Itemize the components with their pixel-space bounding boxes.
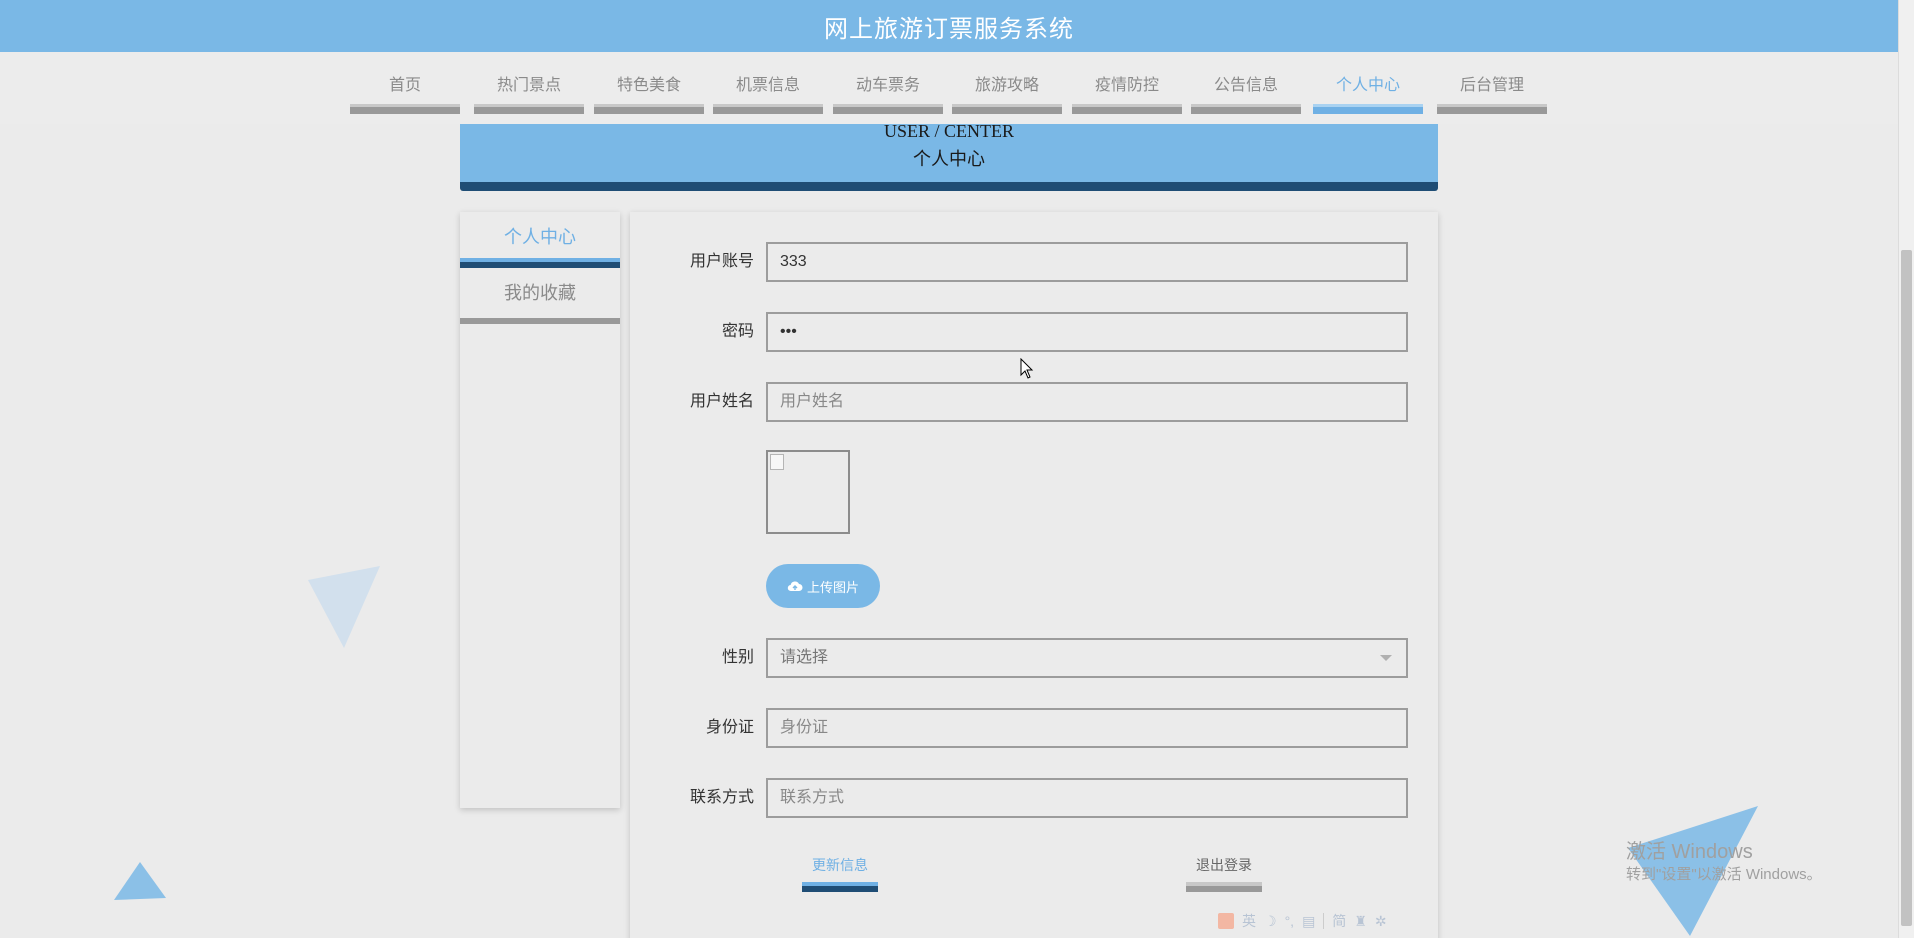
account-label: 用户账号 <box>689 253 754 270</box>
nav-label: 首页 <box>388 77 421 94</box>
ime-logo-icon[interactable] <box>1218 913 1234 929</box>
contact-input[interactable] <box>766 778 1408 818</box>
nav-underline <box>1437 104 1547 114</box>
account-input[interactable] <box>766 242 1408 282</box>
scrollbar-thumb[interactable] <box>1901 250 1912 926</box>
update-info-button[interactable]: 更新信息 <box>800 852 880 892</box>
update-button-underline <box>802 882 878 892</box>
app-header: 网上旅游订票服务系统 <box>0 0 1898 52</box>
logout-button[interactable]: 退出登录 <box>1184 852 1264 892</box>
id-card-label: 身份证 <box>705 719 754 736</box>
nav-label: 热门景点 <box>496 77 561 94</box>
nav-item-food[interactable]: 特色美食 <box>594 72 704 114</box>
nav-label: 旅游攻略 <box>974 77 1039 94</box>
nav-item-guides[interactable]: 旅游攻略 <box>952 72 1062 114</box>
banner-underline <box>460 182 1438 191</box>
divider <box>1323 913 1325 929</box>
contact-row: 联系方式 <box>630 778 1438 818</box>
broken-image-icon <box>770 454 784 470</box>
nav-label: 疫情防控 <box>1094 77 1159 94</box>
ime-toolbar: 英 ☽ °, ▤ 简 ♜ ✲ <box>1218 910 1387 932</box>
nav-underline <box>350 104 460 114</box>
nav-label: 特色美食 <box>616 77 681 94</box>
ime-language-toggle[interactable]: 英 <box>1242 911 1256 931</box>
scrollbar[interactable] <box>1898 0 1914 938</box>
sidebar-item-label: 个人中心 <box>504 227 576 247</box>
sidebar-item-underline <box>460 318 620 324</box>
sidebar: 个人中心 我的收藏 <box>460 212 620 808</box>
name-row: 用户姓名 <box>630 382 1438 422</box>
nav-label: 公告信息 <box>1213 77 1278 94</box>
nav-item-user-center[interactable]: 个人中心 <box>1313 72 1423 114</box>
decorative-triangle <box>114 862 166 900</box>
nav-underline <box>474 104 584 114</box>
account-row: 用户账号 <box>630 242 1438 282</box>
chevron-down-icon <box>1380 655 1392 661</box>
password-input[interactable] <box>766 312 1408 352</box>
nav-underline <box>952 104 1062 114</box>
sidebar-item-underline <box>460 258 620 268</box>
nav-label: 后台管理 <box>1459 77 1524 94</box>
profile-form: 用户账号 密码 用户姓名 上传图片 性别 请选择 身份证 联系方式 更新信息 <box>630 212 1438 938</box>
upload-button-label: 上传图片 <box>806 579 859 595</box>
nav-underline <box>594 104 704 114</box>
id-card-input[interactable] <box>766 708 1408 748</box>
decorative-triangle <box>308 566 380 648</box>
nav-label: 动车票务 <box>855 77 920 94</box>
gender-select-value: 请选择 <box>780 649 829 666</box>
nav-underline <box>1191 104 1301 114</box>
nav-underline <box>1072 104 1182 114</box>
sidebar-item-label: 我的收藏 <box>504 283 576 303</box>
ime-mode-toggle[interactable]: 简 <box>1332 911 1346 931</box>
punctuation-icon[interactable]: °, <box>1285 913 1295 929</box>
section-banner: USER / CENTER 个人中心 <box>460 124 1438 182</box>
main-nav: 首页 热门景点 特色美食 机票信息 动车票务 旅游攻略 疫情防控 公告信息 个人… <box>0 52 1898 124</box>
nav-label: 机票信息 <box>735 77 800 94</box>
windows-activation-watermark: 激活 Windows 转到"设置"以激活 Windows。 <box>1626 840 1822 886</box>
name-label: 用户姓名 <box>689 393 754 410</box>
nav-item-admin[interactable]: 后台管理 <box>1437 72 1547 114</box>
keyboard-icon[interactable]: ▤ <box>1302 913 1315 930</box>
gender-label: 性别 <box>721 649 754 666</box>
nav-underline <box>833 104 943 114</box>
contact-label: 联系方式 <box>689 789 754 806</box>
nav-underline <box>713 104 823 114</box>
gender-select[interactable]: 请选择 <box>766 638 1408 678</box>
nav-item-epidemic[interactable]: 疫情防控 <box>1072 72 1182 114</box>
banner-chinese-title: 个人中心 <box>913 149 985 169</box>
update-button-label: 更新信息 <box>812 857 868 873</box>
nav-item-home[interactable]: 首页 <box>350 72 460 114</box>
id-card-row: 身份证 <box>630 708 1438 748</box>
moon-icon[interactable]: ☽ <box>1264 913 1277 930</box>
nav-item-notices[interactable]: 公告信息 <box>1191 72 1301 114</box>
sidebar-item-user-center[interactable]: 个人中心 <box>460 212 620 268</box>
sidebar-item-favorites[interactable]: 我的收藏 <box>460 268 620 324</box>
name-input[interactable] <box>766 382 1408 422</box>
logout-button-underline <box>1186 882 1262 892</box>
upload-image-button[interactable]: 上传图片 <box>766 564 880 608</box>
password-row: 密码 <box>630 312 1438 352</box>
nav-underline <box>1313 104 1423 114</box>
banner-english-title: USER / CENTER <box>883 124 1014 141</box>
mouse-cursor-icon <box>1020 358 1034 379</box>
watermark-subtitle: 转到"设置"以激活 Windows。 <box>1626 866 1822 883</box>
cloud-upload-icon <box>787 581 803 592</box>
nav-label: 个人中心 <box>1335 77 1400 94</box>
watermark-title: 激活 Windows <box>1626 841 1753 863</box>
gender-row: 性别 请选择 <box>630 638 1438 678</box>
app-title: 网上旅游订票服务系统 <box>824 15 1074 43</box>
nav-item-trains[interactable]: 动车票务 <box>833 72 943 114</box>
password-label: 密码 <box>721 323 754 340</box>
nav-item-flights[interactable]: 机票信息 <box>713 72 823 114</box>
skin-icon[interactable]: ♜ <box>1354 913 1367 930</box>
avatar-preview <box>766 450 850 534</box>
nav-item-attractions[interactable]: 热门景点 <box>474 72 584 114</box>
gear-icon[interactable]: ✲ <box>1375 913 1387 930</box>
logout-button-label: 退出登录 <box>1196 857 1252 873</box>
